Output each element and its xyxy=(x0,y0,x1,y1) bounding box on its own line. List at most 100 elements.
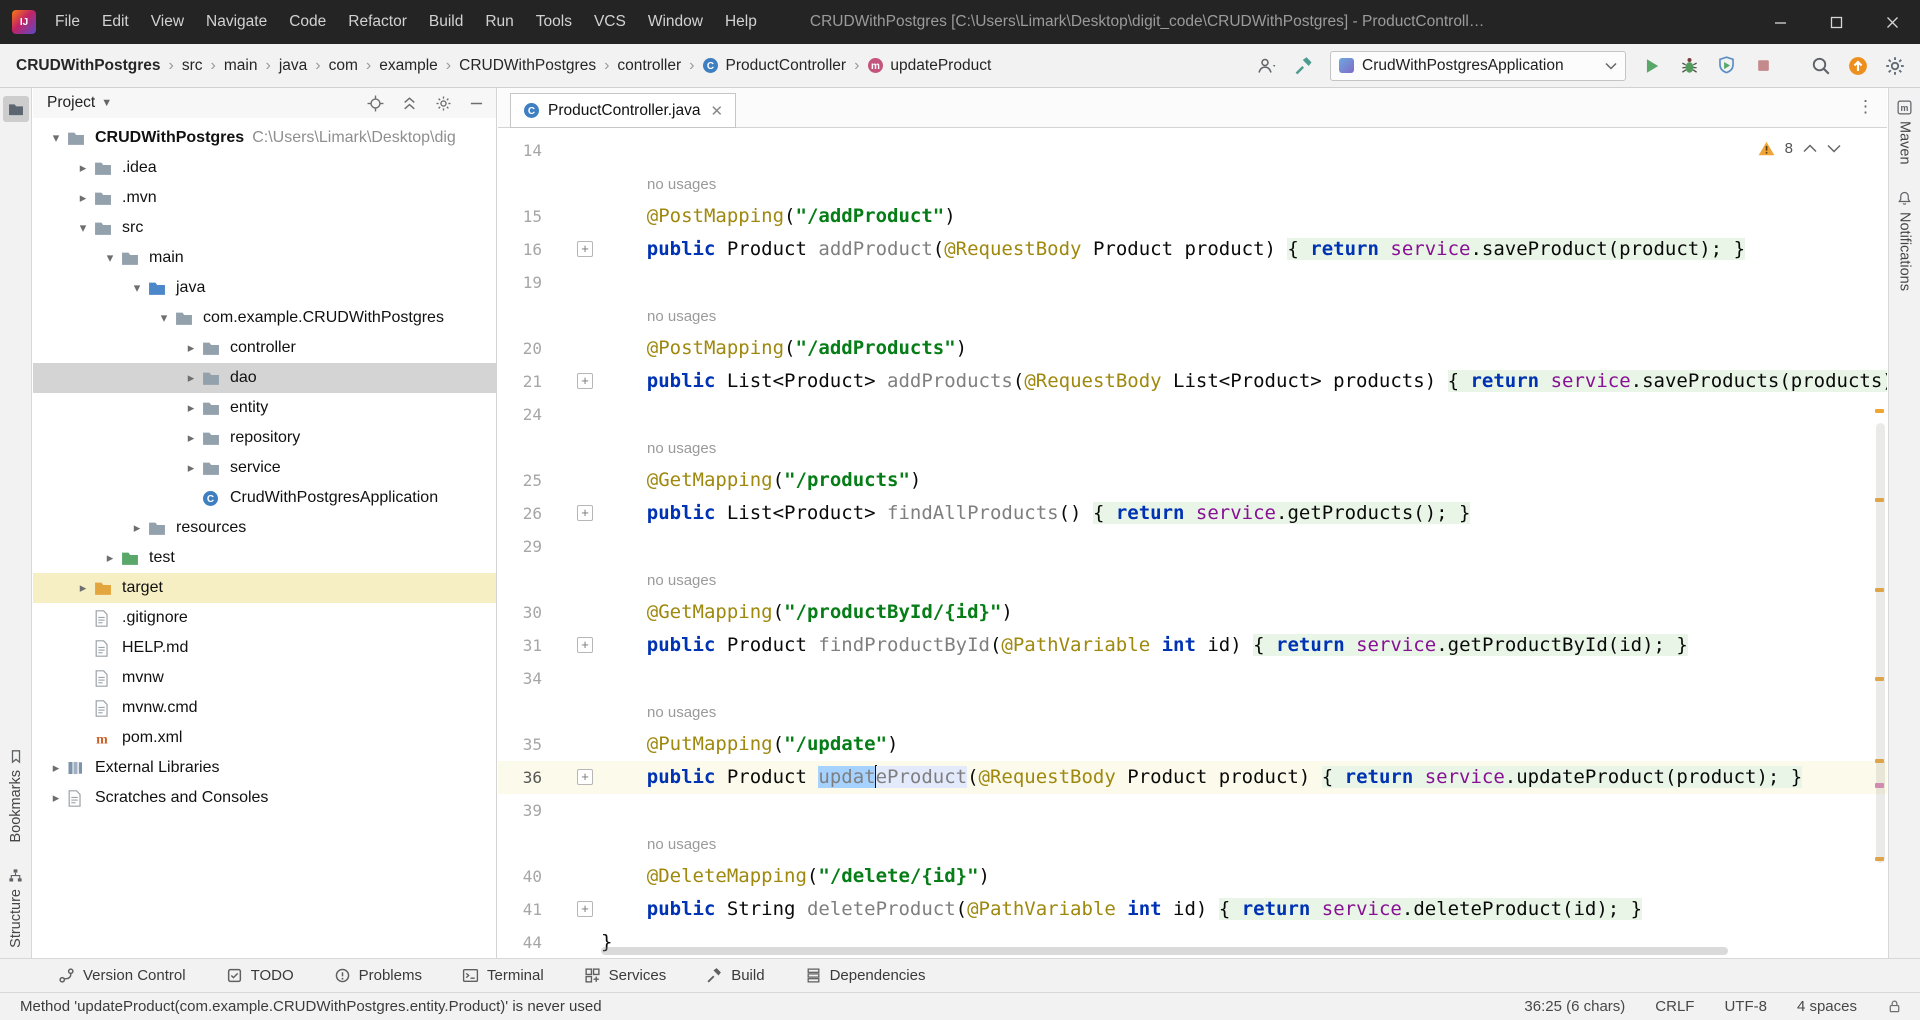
menu-edit[interactable]: Edit xyxy=(91,0,140,44)
tree-item-entity[interactable]: ▸entity xyxy=(33,393,496,423)
tree-collapsed-arrow[interactable]: ▸ xyxy=(72,190,94,206)
warning-stripe-mark[interactable] xyxy=(1875,409,1884,413)
tree-item-repository[interactable]: ▸repository xyxy=(33,423,496,453)
toolwindow-button-build[interactable]: Build xyxy=(706,967,764,984)
breadcrumb-main[interactable]: main xyxy=(224,57,258,75)
menu-run[interactable]: Run xyxy=(474,0,524,44)
maven-toolwindow-button[interactable]: m Maven xyxy=(1897,100,1913,165)
run-with-coverage-button[interactable] xyxy=(1715,55,1737,77)
project-toolwindow-button[interactable] xyxy=(3,96,29,122)
code-line-19[interactable]: 19 xyxy=(498,266,1887,299)
project-panel-title[interactable]: Project xyxy=(47,94,95,112)
run-button[interactable] xyxy=(1641,55,1663,77)
tree-item-resources[interactable]: ▸resources xyxy=(33,513,496,543)
file-encoding[interactable]: UTF-8 xyxy=(1724,998,1767,1015)
update-available-icon[interactable] xyxy=(1847,55,1869,77)
breadcrumb-crudwithpostgres[interactable]: CRUDWithPostgres xyxy=(16,57,161,75)
code-line-30[interactable]: 30 @GetMapping("/productById/{id}") xyxy=(498,596,1887,629)
code-line-34[interactable]: 34 xyxy=(498,662,1887,695)
debug-button[interactable] xyxy=(1678,55,1700,77)
inlay-hint-row[interactable]: no usages xyxy=(498,431,1887,464)
code-line-20[interactable]: 20 @PostMapping("/addProducts") xyxy=(498,332,1887,365)
code-line-14[interactable]: 14 xyxy=(498,134,1887,167)
chevron-down-icon[interactable]: ▼ xyxy=(101,97,112,109)
tree-item--gitignore[interactable]: .gitignore xyxy=(33,603,496,633)
fold-expand-box[interactable]: + xyxy=(577,637,593,653)
code-line-25[interactable]: 25 @GetMapping("/products") xyxy=(498,464,1887,497)
tree-item-crudwithpostgresapplication[interactable]: CCrudWithPostgresApplication xyxy=(33,483,496,513)
locate-file-icon[interactable] xyxy=(367,95,384,112)
tree-collapsed-arrow[interactable]: ▸ xyxy=(180,400,202,416)
toolwindow-button-services[interactable]: Services xyxy=(584,967,667,984)
tree-collapsed-arrow[interactable]: ▸ xyxy=(99,550,121,566)
inlay-hint-row[interactable]: no usages xyxy=(498,167,1887,200)
horizontal-scrollbar[interactable] xyxy=(601,947,1728,955)
menu-navigate[interactable]: Navigate xyxy=(195,0,278,44)
breadcrumb-productcontroller[interactable]: CProductController xyxy=(702,57,846,75)
tree-collapsed-arrow[interactable]: ▸ xyxy=(72,160,94,176)
tree-expanded-arrow[interactable]: ▾ xyxy=(45,130,67,146)
tab-options-kebab-icon[interactable]: ⋮ xyxy=(1857,97,1875,117)
toolwindow-button-problems[interactable]: Problems xyxy=(334,967,422,984)
code-line-21[interactable]: 21+ public List<Product> addProducts(@Re… xyxy=(498,365,1887,398)
tree-item-controller[interactable]: ▸controller xyxy=(33,333,496,363)
tree-item-java[interactable]: ▾java xyxy=(33,273,496,303)
stop-button[interactable] xyxy=(1752,55,1774,77)
tree-expanded-arrow[interactable]: ▾ xyxy=(153,310,175,326)
tree-collapsed-arrow[interactable]: ▸ xyxy=(72,580,94,596)
notifications-toolwindow-button[interactable]: Notifications xyxy=(1897,191,1913,291)
fold-expand-box[interactable]: + xyxy=(577,373,593,389)
breadcrumb-example[interactable]: example xyxy=(379,57,438,75)
tree-item-main[interactable]: ▾main xyxy=(33,243,496,273)
code-line-26[interactable]: 26+ public List<Product> findAllProducts… xyxy=(498,497,1887,530)
minimize-button[interactable] xyxy=(1752,0,1808,44)
tree-item-mvnw[interactable]: mvnw xyxy=(33,663,496,693)
fold-expand-box[interactable]: + xyxy=(577,769,593,785)
toolwindow-button-todo[interactable]: TODO xyxy=(226,967,294,984)
caret-position[interactable]: 36:25 (6 chars) xyxy=(1524,998,1625,1015)
menu-refactor[interactable]: Refactor xyxy=(337,0,418,44)
build-hammer-icon[interactable] xyxy=(1293,55,1315,77)
breadcrumb-crudwithpostgres[interactable]: CRUDWithPostgres xyxy=(459,57,596,75)
tab-close-icon[interactable]: ✕ xyxy=(711,102,724,120)
tree-item-scratches-and-consoles[interactable]: ▸Scratches and Consoles xyxy=(33,783,496,813)
tree-item-test[interactable]: ▸test xyxy=(33,543,496,573)
tree-collapsed-arrow[interactable]: ▸ xyxy=(180,340,202,356)
menu-code[interactable]: Code xyxy=(278,0,337,44)
breadcrumb-src[interactable]: src xyxy=(182,57,203,75)
close-button[interactable] xyxy=(1864,0,1920,44)
tree-item-mvnw-cmd[interactable]: mvnw.cmd xyxy=(33,693,496,723)
tree-item--mvn[interactable]: ▸.mvn xyxy=(33,183,496,213)
tree-collapsed-arrow[interactable]: ▸ xyxy=(45,790,67,806)
tree-expanded-arrow[interactable]: ▾ xyxy=(126,280,148,296)
menu-view[interactable]: View xyxy=(140,0,195,44)
tree-expanded-arrow[interactable]: ▾ xyxy=(99,250,121,266)
tree-item-target[interactable]: ▸target xyxy=(33,573,496,603)
code-line-24[interactable]: 24 xyxy=(498,398,1887,431)
toolwindow-button-version-control[interactable]: Version Control xyxy=(58,967,186,984)
inlay-hint-row[interactable]: no usages xyxy=(498,827,1887,860)
tree-collapsed-arrow[interactable]: ▸ xyxy=(180,430,202,446)
code-line-35[interactable]: 35 @PutMapping("/update") xyxy=(498,728,1887,761)
indent-setting[interactable]: 4 spaces xyxy=(1797,998,1857,1015)
menu-vcs[interactable]: VCS xyxy=(583,0,637,44)
code-line-36[interactable]: 36+ public Product updateProduct(@Reques… xyxy=(498,761,1887,794)
code-line-16[interactable]: 16+ public Product addProduct(@RequestBo… xyxy=(498,233,1887,266)
inlay-hint-row[interactable]: no usages xyxy=(498,299,1887,332)
code-line-39[interactable]: 39 xyxy=(498,794,1887,827)
collapse-all-icon[interactable] xyxy=(401,95,418,112)
fold-expand-box[interactable]: + xyxy=(577,505,593,521)
menu-file[interactable]: File xyxy=(44,0,91,44)
fold-expand-box[interactable]: + xyxy=(577,901,593,917)
maximize-button[interactable] xyxy=(1808,0,1864,44)
code-line-31[interactable]: 31+ public Product findProductById(@Path… xyxy=(498,629,1887,662)
menu-tools[interactable]: Tools xyxy=(525,0,583,44)
tree-item-external-libraries[interactable]: ▸External Libraries xyxy=(33,753,496,783)
lock-icon[interactable] xyxy=(1887,999,1902,1014)
user-icon[interactable] xyxy=(1256,55,1278,77)
vertical-scrollbar[interactable] xyxy=(1876,423,1885,863)
tree-item-dao[interactable]: ▸dao xyxy=(33,363,496,393)
structure-toolwindow-button[interactable]: Structure xyxy=(8,868,24,948)
tree-item-src[interactable]: ▾src xyxy=(33,213,496,243)
breadcrumb-com[interactable]: com xyxy=(329,57,358,75)
